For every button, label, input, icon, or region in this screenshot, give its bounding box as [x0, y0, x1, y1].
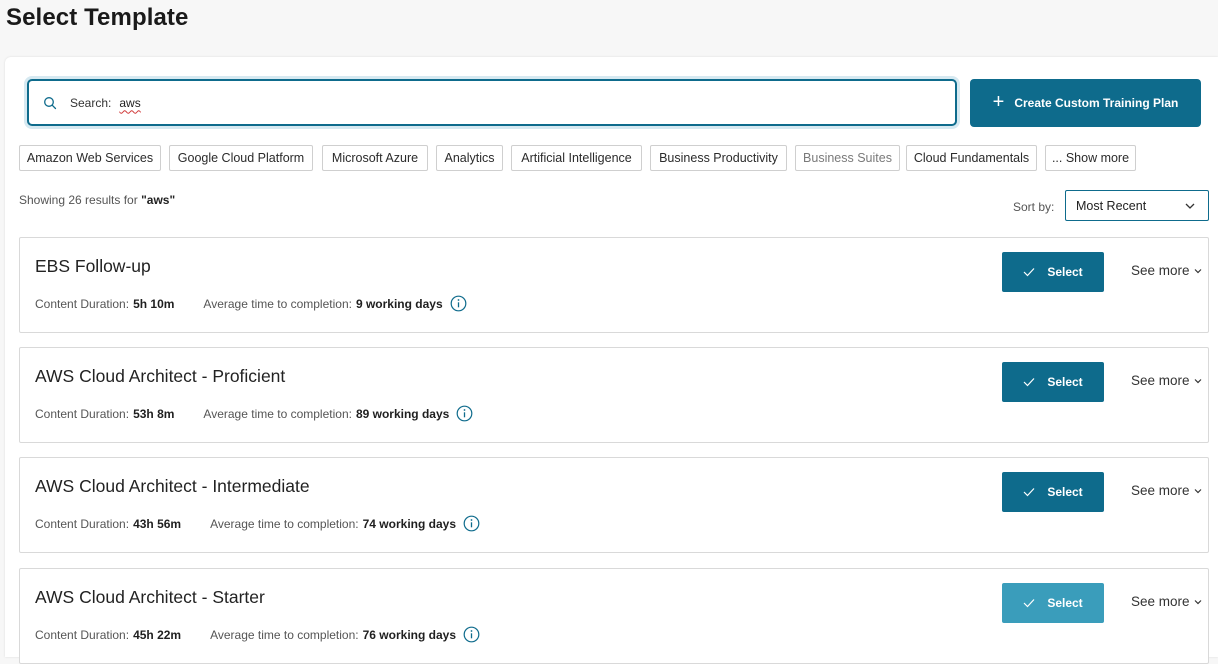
duration-label: Content Duration: [35, 516, 130, 531]
select-label: Select [1047, 375, 1083, 389]
info-icon[interactable] [463, 626, 480, 643]
search-value[interactable]: aws [119, 96, 140, 110]
see-more-button[interactable]: See more [1131, 373, 1202, 388]
chip-business-productivity[interactable]: Business Productivity [650, 145, 787, 171]
select-button[interactable]: Select [1002, 583, 1104, 623]
see-more-label: See more [1131, 263, 1190, 278]
info-icon[interactable] [463, 515, 480, 532]
template-card: AWS Cloud Architect - Intermediate Conte… [19, 457, 1209, 553]
duration-value: 5h 10m [133, 296, 175, 311]
select-button[interactable]: Select [1002, 362, 1104, 402]
chevron-down-icon [1194, 269, 1201, 274]
duration-label: Content Duration: [35, 627, 130, 642]
duration-label: Content Duration: [35, 406, 130, 421]
show-more-chips-button[interactable]: ... Show more [1045, 145, 1136, 171]
sort-label: Sort by: [1013, 200, 1055, 214]
chip-artificial-intelligence[interactable]: Artificial Intelligence [511, 145, 642, 171]
avg-time-label: Average time to completion: [210, 627, 359, 642]
sort-selected-value: Most Recent [1076, 198, 1147, 213]
see-more-label: See more [1131, 373, 1190, 388]
results-query: "aws" [141, 193, 176, 207]
template-meta: Content Duration: 53h 8m Average time to… [35, 405, 473, 422]
template-card: EBS Follow-up Content Duration: 5h 10m A… [19, 237, 1209, 333]
search-focus-ring: Search: aws [24, 76, 960, 129]
avg-time-label: Average time to completion: [203, 296, 352, 311]
avg-time-label: Average time to completion: [203, 406, 352, 421]
template-meta: Content Duration: 5h 10m Average time to… [35, 295, 467, 312]
template-meta: Content Duration: 45h 22m Average time t… [35, 626, 480, 643]
see-more-button[interactable]: See more [1131, 483, 1202, 498]
chevron-down-icon [1194, 379, 1201, 384]
chevron-down-icon [1194, 489, 1201, 494]
duration-label: Content Duration: [35, 296, 130, 311]
avg-time-value: 9 working days [355, 296, 443, 311]
page-title: Select Template [6, 4, 189, 31]
chip-business-suites[interactable]: Business Suites [795, 145, 900, 171]
see-more-button[interactable]: See more [1131, 594, 1202, 609]
select-label: Select [1047, 596, 1083, 610]
template-panel: Search: aws + Create Custom Training Pla… [5, 57, 1218, 664]
duration-value: 43h 56m [133, 516, 182, 531]
avg-time-value: 76 working days [362, 627, 456, 642]
template-meta: Content Duration: 43h 56m Average time t… [35, 515, 480, 532]
chevron-down-icon [1185, 203, 1195, 209]
check-icon [1023, 378, 1035, 387]
create-custom-training-plan-button[interactable]: + Create Custom Training Plan [970, 79, 1201, 127]
create-button-label: Create Custom Training Plan [1014, 96, 1179, 110]
avg-time-value: 89 working days [355, 406, 450, 421]
chip-microsoft-azure[interactable]: Microsoft Azure [322, 145, 428, 171]
see-more-label: See more [1131, 594, 1190, 609]
template-title: AWS Cloud Architect - Proficient [35, 366, 286, 386]
template-title: AWS Cloud Architect - Starter [35, 587, 265, 607]
search-label: Search: [70, 95, 112, 110]
duration-value: 45h 22m [133, 627, 182, 642]
results-prefix: Showing 26 results for [19, 193, 138, 207]
template-title: AWS Cloud Architect - Intermediate [35, 476, 310, 496]
select-button[interactable]: Select [1002, 472, 1104, 512]
see-more-label: See more [1131, 483, 1190, 498]
select-label: Select [1047, 265, 1083, 279]
check-icon [1023, 268, 1035, 277]
chevron-down-icon [1194, 600, 1201, 605]
select-button[interactable]: Select [1002, 252, 1104, 292]
chip-analytics[interactable]: Analytics [436, 145, 503, 171]
plus-icon: + [992, 91, 1005, 113]
duration-value: 53h 8m [133, 406, 175, 421]
results-count: Showing 26 results for "aws" [19, 193, 175, 207]
template-card: AWS Cloud Architect - Proficient Content… [19, 347, 1209, 443]
check-icon [1023, 599, 1035, 608]
chip-amazon-web-services[interactable]: Amazon Web Services [19, 145, 161, 171]
template-card: AWS Cloud Architect - Starter Content Du… [19, 568, 1209, 664]
search-icon [44, 96, 57, 109]
info-icon[interactable] [456, 405, 473, 422]
see-more-button[interactable]: See more [1131, 263, 1202, 278]
search-input[interactable]: Search: aws [27, 79, 957, 126]
check-icon [1023, 488, 1035, 497]
chip-cloud-fundamentals[interactable]: Cloud Fundamentals [906, 145, 1037, 171]
info-icon[interactable] [450, 295, 467, 312]
avg-time-label: Average time to completion: [210, 516, 359, 531]
avg-time-value: 74 working days [362, 516, 456, 531]
sort-select[interactable]: Most Recent [1065, 190, 1209, 221]
chip-google-cloud-platform[interactable]: Google Cloud Platform [169, 145, 313, 171]
select-label: Select [1047, 485, 1083, 499]
template-title: EBS Follow-up [35, 256, 151, 276]
